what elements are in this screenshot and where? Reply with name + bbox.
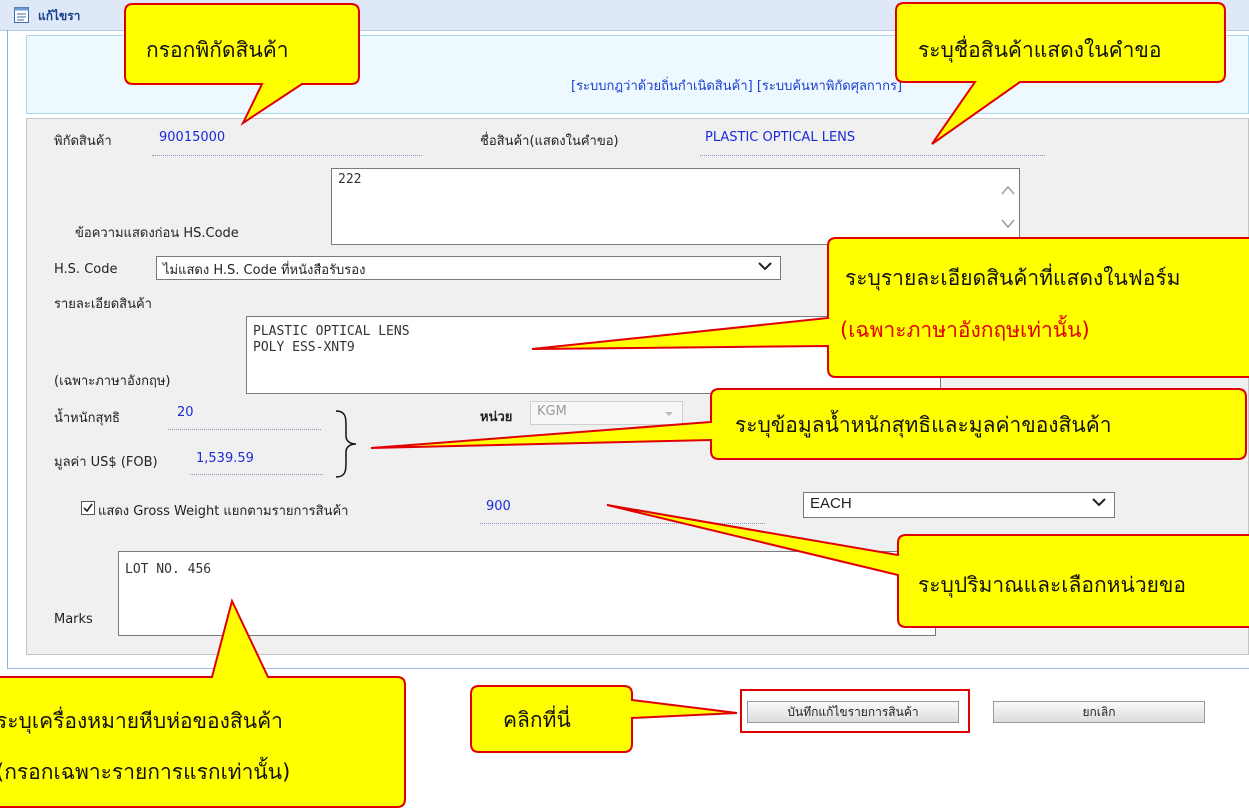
callout-click-here-text: คลิกที่นี่ <box>503 708 571 732</box>
callout-enter-hs-text: กรอกพิกัดสินค้า <box>146 38 289 62</box>
callout-weight-value-text: ระบุข้อมูลน้ำหนักสุทธิและมูลค่าของสินค้า <box>735 413 1112 437</box>
callout-quantity-unit <box>606 504 1249 628</box>
callout-description <box>531 237 1249 378</box>
callout-description-text-1: ระบุรายละเอียดสินค้าที่แสดงในฟอร์ม <box>845 266 1181 290</box>
callout-product-name-text: ระบุชื่อสินค้าแสดงในคำขอ <box>918 38 1162 62</box>
callout-marks-text-1: ระบุเครื่องหมายหีบห่อของสินค้า <box>0 709 283 733</box>
callout-product-name <box>895 2 1226 145</box>
callout-description-text-2: (เฉพาะภาษาอังกฤษเท่านั้น) <box>840 318 1090 342</box>
callouts-layer <box>0 2 1249 808</box>
callout-quantity-unit-text: ระบุปริมาณและเลือกหน่วยขอ <box>918 573 1186 597</box>
callout-marks-text-2: (กรอกเฉพาะรายการแรกเท่านั้น) <box>0 760 291 784</box>
